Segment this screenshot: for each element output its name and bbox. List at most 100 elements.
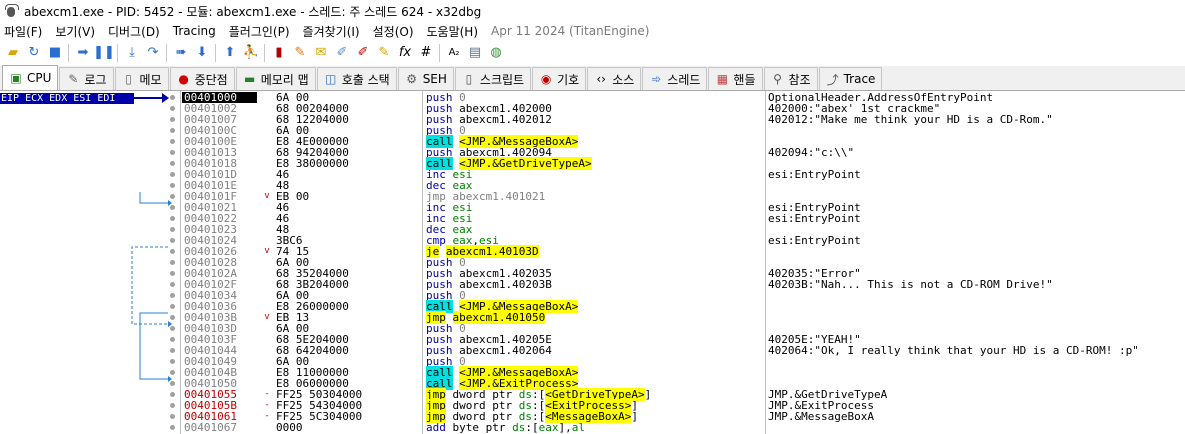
tab-cpu[interactable]: ▣ CPU [2, 65, 59, 90]
disasm-row[interactable]: 00401023 48 dec eax [0, 224, 1185, 235]
menu-options[interactable]: 설정(O) [373, 23, 414, 40]
breakpoint-dot-icon[interactable] [170, 227, 175, 232]
stop-icon[interactable]: ■ [47, 45, 63, 61]
breakpoint-dot-icon[interactable] [170, 315, 175, 320]
disasm-row[interactable]: 0040100C 6A 00 push 0 [0, 125, 1185, 136]
tab-memory-map[interactable]: ▬ 메모리 맵 [235, 67, 316, 90]
disasm-row[interactable]: 00401024 3BC6 cmp eax,esi esi:EntryPoint [0, 235, 1185, 246]
label-icon[interactable]: ✐ [334, 45, 350, 61]
menu-view[interactable]: 보기(V) [55, 23, 95, 40]
font-icon[interactable]: A₂ [446, 45, 462, 61]
execute-till-return-icon[interactable]: ⬆ [222, 45, 238, 61]
disasm-row[interactable]: 00401049 6A 00 push 0 [0, 356, 1185, 367]
breakpoint-dot-icon[interactable] [170, 271, 175, 276]
disasm-row[interactable]: 00401018 E8 38000000 call <JMP.&GetDriveTy… [0, 157, 1185, 170]
trace-over-icon[interactable]: ⬇ [194, 45, 210, 61]
breakpoint-dot-icon[interactable] [170, 337, 175, 342]
restart-icon[interactable]: ↻ [26, 45, 42, 61]
breakpoint-dot-icon[interactable] [170, 161, 175, 166]
disasm-row[interactable]: 00401061- FF25 5C304000 jmp dword ptr ds:[… [0, 410, 1185, 423]
menu-tracing[interactable]: Tracing [173, 24, 216, 38]
disasm-row[interactable]: 00401067 0000 add byte ptr ds:[eax],al [0, 422, 1185, 433]
disasm-row[interactable]: 00401022 46 inc esi esi:EntryPoint [0, 213, 1185, 224]
breakpoint-dot-icon[interactable] [170, 370, 175, 375]
disasm-row[interactable]: 00401036 E8 26000000 call <JMP.&MessageBox… [0, 300, 1185, 313]
calculator-icon[interactable]: ▤ [467, 45, 483, 61]
disasm-row[interactable]: 0040103B v EB 13 jmp abexcm1.401050 [0, 311, 1185, 324]
breakpoint-dot-icon[interactable] [170, 205, 175, 210]
breakpoint-dot-icon[interactable] [170, 392, 175, 397]
globe-icon[interactable]: ◍ [488, 45, 504, 61]
breakpoint-dot-icon[interactable] [170, 414, 175, 419]
disasm-row[interactable]: 00401007 68 12204000 push abexcm1.402012 40… [0, 114, 1185, 125]
breakpoint-dot-icon[interactable] [170, 249, 175, 254]
disasm-row[interactable]: 00401044 68 64204000 push abexcm1.402064 40… [0, 345, 1185, 356]
menu-file[interactable]: 파일(F) [4, 23, 42, 40]
breakpoint-dot-icon[interactable] [170, 117, 175, 122]
breakpoint-dot-icon[interactable] [170, 425, 175, 430]
patch-icon[interactable]: ✎ [292, 45, 308, 61]
menu-plugins[interactable]: 플러그인(P) [229, 23, 290, 40]
breakpoint-dot-icon[interactable] [170, 282, 175, 287]
disasm-row[interactable]: 0040101E 48 dec eax [0, 180, 1185, 191]
tab-source[interactable]: ‹› 소스 [587, 67, 642, 90]
tab-notes[interactable]: ▯ 메모 [114, 67, 169, 90]
breakpoint-dot-icon[interactable] [170, 95, 175, 100]
disassembly-view[interactable]: EIP ECX EDX ESI EDI 00401000 6A 00 push 0O… [0, 91, 1185, 434]
disasm-row[interactable]: 00401028 6A 00 push 0 [0, 257, 1185, 268]
breakpoint-dot-icon[interactable] [170, 172, 175, 177]
disasm-row[interactable]: 00401021 46 inc esi esi:EntryPoint [0, 202, 1185, 213]
disasm-row[interactable]: 0040101F v EB 00 jmp abexcm1.401021 [0, 191, 1185, 202]
tab-script[interactable]: ▯ 스크립트 [454, 67, 532, 90]
breakpoint-dot-icon[interactable] [170, 293, 175, 298]
breakpoint-dot-icon[interactable] [170, 128, 175, 133]
breakpoint-dot-icon[interactable] [170, 216, 175, 221]
disasm-row[interactable]: 00401000 6A 00 push 0 OptionalHeader.Addres… [0, 92, 1185, 103]
comment-icon[interactable]: ✉ [313, 45, 329, 61]
tab-handles[interactable]: ▦ 핸들 [708, 67, 763, 90]
tab-log[interactable]: ✎ 로그 [59, 67, 114, 90]
tab-call-stack[interactable]: ◫ 호출 스택 [316, 67, 397, 90]
disasm-row[interactable]: 00401013 68 94204000 push abexcm1.402094 40… [0, 147, 1185, 158]
breakpoint-dot-icon[interactable] [170, 106, 175, 111]
scylla-icon[interactable]: ▮ [271, 45, 287, 61]
breakpoint-dot-icon[interactable] [170, 403, 175, 408]
tab-references[interactable]: ⚲ 참조 [763, 67, 818, 90]
disasm-row[interactable]: 0040103D 6A 00 push 0 [0, 323, 1185, 334]
tab-threads[interactable]: ➾ 스레드 [642, 67, 708, 90]
fx-icon[interactable]: fx [397, 45, 413, 61]
breakpoint-dot-icon[interactable] [170, 348, 175, 353]
step-over-icon[interactable]: ↷ [145, 45, 161, 61]
pause-icon[interactable]: ❚❚ [93, 45, 115, 61]
breakpoint-dot-icon[interactable] [170, 150, 175, 155]
bookmark-icon[interactable]: ✐ [355, 45, 371, 61]
tab-symbols[interactable]: ◉ 기호 [532, 67, 587, 90]
run-icon[interactable]: ➡ [75, 45, 91, 61]
disasm-row[interactable]: 00401026 v 74 15 je abexcm1.40103D [0, 245, 1185, 258]
breakpoint-dot-icon[interactable] [170, 194, 175, 199]
breakpoint-dot-icon[interactable] [170, 381, 175, 386]
hash-icon[interactable]: # [418, 45, 434, 61]
disasm-row[interactable]: 0040100E E8 4E000000 call <JMP.&MessageBox… [0, 135, 1185, 148]
breakpoint-dot-icon[interactable] [170, 359, 175, 364]
open-icon[interactable]: ▰ [5, 45, 21, 61]
breakpoint-dot-icon[interactable] [170, 260, 175, 265]
breakpoint-dot-icon[interactable] [170, 183, 175, 188]
function-icon[interactable]: ✎ [376, 45, 392, 61]
breakpoint-dot-icon[interactable] [170, 238, 175, 243]
step-into-icon[interactable]: ⤓ [124, 45, 140, 61]
breakpoint-dot-icon[interactable] [170, 326, 175, 331]
disasm-row[interactable]: 00401034 6A 00 push 0 [0, 290, 1185, 301]
tab-trace[interactable]: ⤴ Trace [818, 67, 883, 90]
menu-help[interactable]: 도움말(H) [427, 23, 479, 40]
disasm-row[interactable]: 0040102F 68 3B204000 push abexcm1.40203B 40… [0, 279, 1185, 290]
disasm-row[interactable]: 0040104B E8 11000000 call <JMP.&MessageBox… [0, 366, 1185, 379]
trace-into-icon[interactable]: ➠ [173, 45, 189, 61]
menu-favourites[interactable]: 즐겨찾기(I) [303, 23, 360, 40]
breakpoint-dot-icon[interactable] [170, 304, 175, 309]
tab-breakpoints[interactable]: ● 중단점 [169, 67, 235, 90]
disasm-row[interactable]: 0040101D 46 inc esi esi:EntryPoint [0, 169, 1185, 180]
run-to-user-code-icon[interactable]: ⛹ [243, 45, 259, 61]
tab-seh[interactable]: ⚙ SEH [397, 67, 454, 90]
menu-debug[interactable]: 디버그(D) [108, 23, 160, 40]
